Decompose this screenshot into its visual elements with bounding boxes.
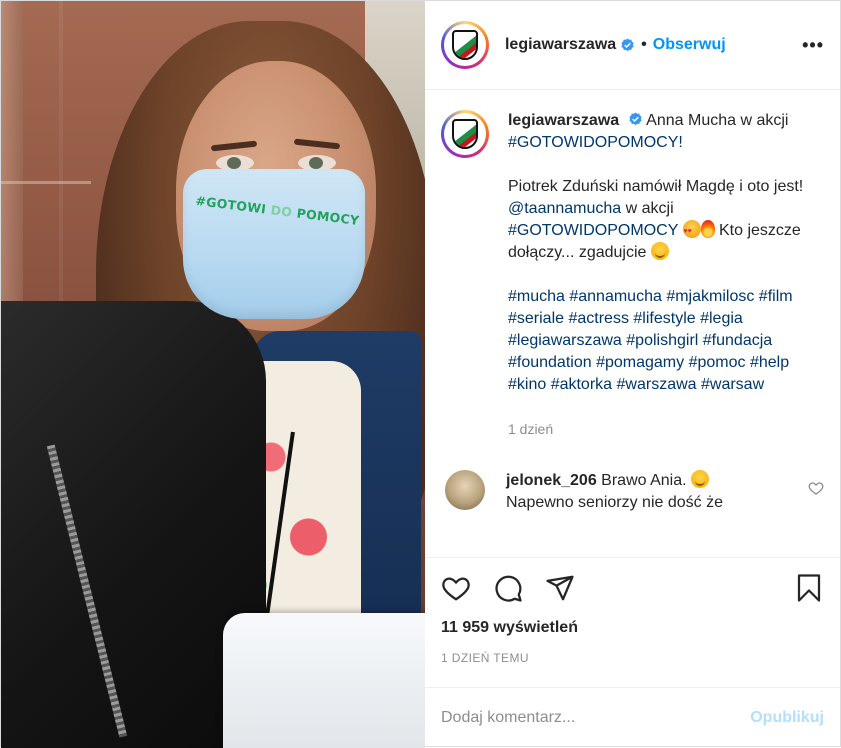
hashtag-link[interactable]: #kino — [508, 376, 546, 393]
heart-icon[interactable] — [441, 573, 471, 603]
heart-eyes-emoji-icon — [682, 220, 701, 243]
separator-dot: • — [641, 36, 647, 53]
instagram-post: #GOTOWI DO POMOCY legiawarszawa • Obserw… — [0, 0, 841, 748]
hashtag-link[interactable]: #pomagamy — [596, 354, 684, 371]
smile-emoji-icon — [650, 242, 669, 260]
comments-section[interactable]: legiawarszawa Anna Mucha w akcji #GOTOWI… — [424, 90, 840, 558]
hashtag-link[interactable]: #foundation — [508, 354, 592, 371]
action-bar — [425, 558, 840, 618]
comment-icon[interactable] — [493, 573, 523, 603]
hashtag-link[interactable]: #mjakmilosc — [666, 288, 754, 305]
hashtag-link[interactable]: #actress — [568, 310, 628, 327]
comment-text: jelonek_206 Brawo Ania. Napewno seniorzy… — [506, 470, 766, 514]
hashtag-link[interactable]: #GOTOWIDOPOMOCY! — [508, 134, 683, 151]
comment-body-line2: Napewno seniorzy nie dość że — [505, 494, 723, 511]
caption-avatar[interactable] — [440, 110, 489, 158]
view-count[interactable]: 11 959 wyświetleń — [425, 618, 840, 648]
caption: legiawarszawa Anna Mucha w akcji #GOTOWI… — [440, 110, 824, 440]
share-icon[interactable] — [545, 573, 575, 603]
hashtag-link[interactable]: #mucha — [508, 288, 565, 305]
verified-icon — [629, 112, 642, 126]
view-count-number: 11 959 — [440, 619, 490, 636]
publish-button[interactable]: Opublikuj — [750, 709, 824, 727]
commenter-avatar[interactable] — [444, 470, 485, 510]
hashtag-link[interactable]: #lifestyle — [633, 310, 695, 327]
hashtag-link[interactable]: #warszawa — [617, 376, 697, 393]
hashtag-link[interactable]: #warsaw — [701, 376, 764, 393]
hashtag-link[interactable]: #aktorka — [551, 376, 612, 393]
food-container — [223, 613, 425, 748]
view-count-label: wyświetleń — [493, 619, 578, 636]
post-video[interactable]: #GOTOWI DO POMOCY — [1, 1, 425, 748]
avatar-image — [443, 24, 486, 66]
bookmark-icon[interactable] — [794, 573, 824, 603]
add-comment-bar: Opublikuj — [425, 688, 840, 748]
hashtag-link[interactable]: #help — [750, 354, 789, 371]
fire-emoji-icon — [700, 220, 715, 238]
caption-text: legiawarszawa Anna Mucha w akcji #GOTOWI… — [508, 110, 808, 440]
smile-emoji-icon — [691, 470, 710, 488]
hashtag-link[interactable]: #GOTOWIDOPOMOCY — [508, 222, 678, 239]
avatar-image — [443, 113, 486, 155]
comment-item: jelonek_206 Brawo Ania. Napewno seniorzy… — [441, 470, 824, 514]
comment-username[interactable]: jelonek_206 — [506, 472, 597, 489]
profile-avatar[interactable] — [440, 21, 489, 69]
header-username[interactable]: legiawarszawa — [505, 36, 616, 54]
mask-print: #GOTOWI DO POMOCY — [194, 193, 361, 228]
brow — [293, 138, 341, 150]
hashtag-link[interactable]: #pomoc — [689, 354, 746, 371]
legia-crest-icon — [451, 119, 478, 149]
brow — [210, 140, 258, 152]
hashtag-link[interactable]: #film — [759, 288, 793, 305]
face-mask: #GOTOWI DO POMOCY — [183, 169, 365, 319]
hashtag-link[interactable]: #seriale — [508, 310, 564, 327]
tile-line — [1, 181, 91, 184]
hashtag-link[interactable]: #fundacja — [703, 332, 772, 349]
comment-body: Brawo Ania. — [601, 472, 687, 489]
hashtag-link[interactable]: #polishgirl — [626, 332, 698, 349]
mention-link[interactable]: @taannamucha — [508, 200, 621, 217]
hashtag-list: #mucha #annamucha #mjakmilosc #film #ser… — [508, 286, 808, 396]
caption-para2: Piotrek Zduński namówił Magdę i oto jest… — [507, 178, 804, 195]
caption-username[interactable]: legiawarszawa — [508, 112, 619, 129]
post-sidebar: legiawarszawa • Obserwuj ••• legiawarsza… — [424, 1, 840, 748]
caption-timestamp[interactable]: 1 dzień — [508, 418, 808, 440]
hashtag-link[interactable]: #annamucha — [569, 288, 662, 305]
post-header: legiawarszawa • Obserwuj ••• — [424, 1, 840, 90]
hashtag-link[interactable]: #legiawarszawa — [508, 332, 622, 349]
post-date[interactable]: 1 DZIEŃ TEMU — [424, 648, 840, 688]
caption-line1: Anna Mucha w akcji — [646, 112, 789, 129]
follow-button[interactable]: Obserwuj — [653, 36, 726, 54]
comment-heart-icon[interactable] — [808, 480, 824, 496]
legia-crest-icon — [451, 30, 478, 60]
caption-para3: w akcji — [625, 200, 674, 217]
more-options-icon[interactable]: ••• — [802, 35, 824, 56]
comment-input[interactable] — [440, 709, 751, 727]
verified-icon — [621, 37, 634, 51]
hashtag-link[interactable]: #legia — [700, 310, 743, 327]
